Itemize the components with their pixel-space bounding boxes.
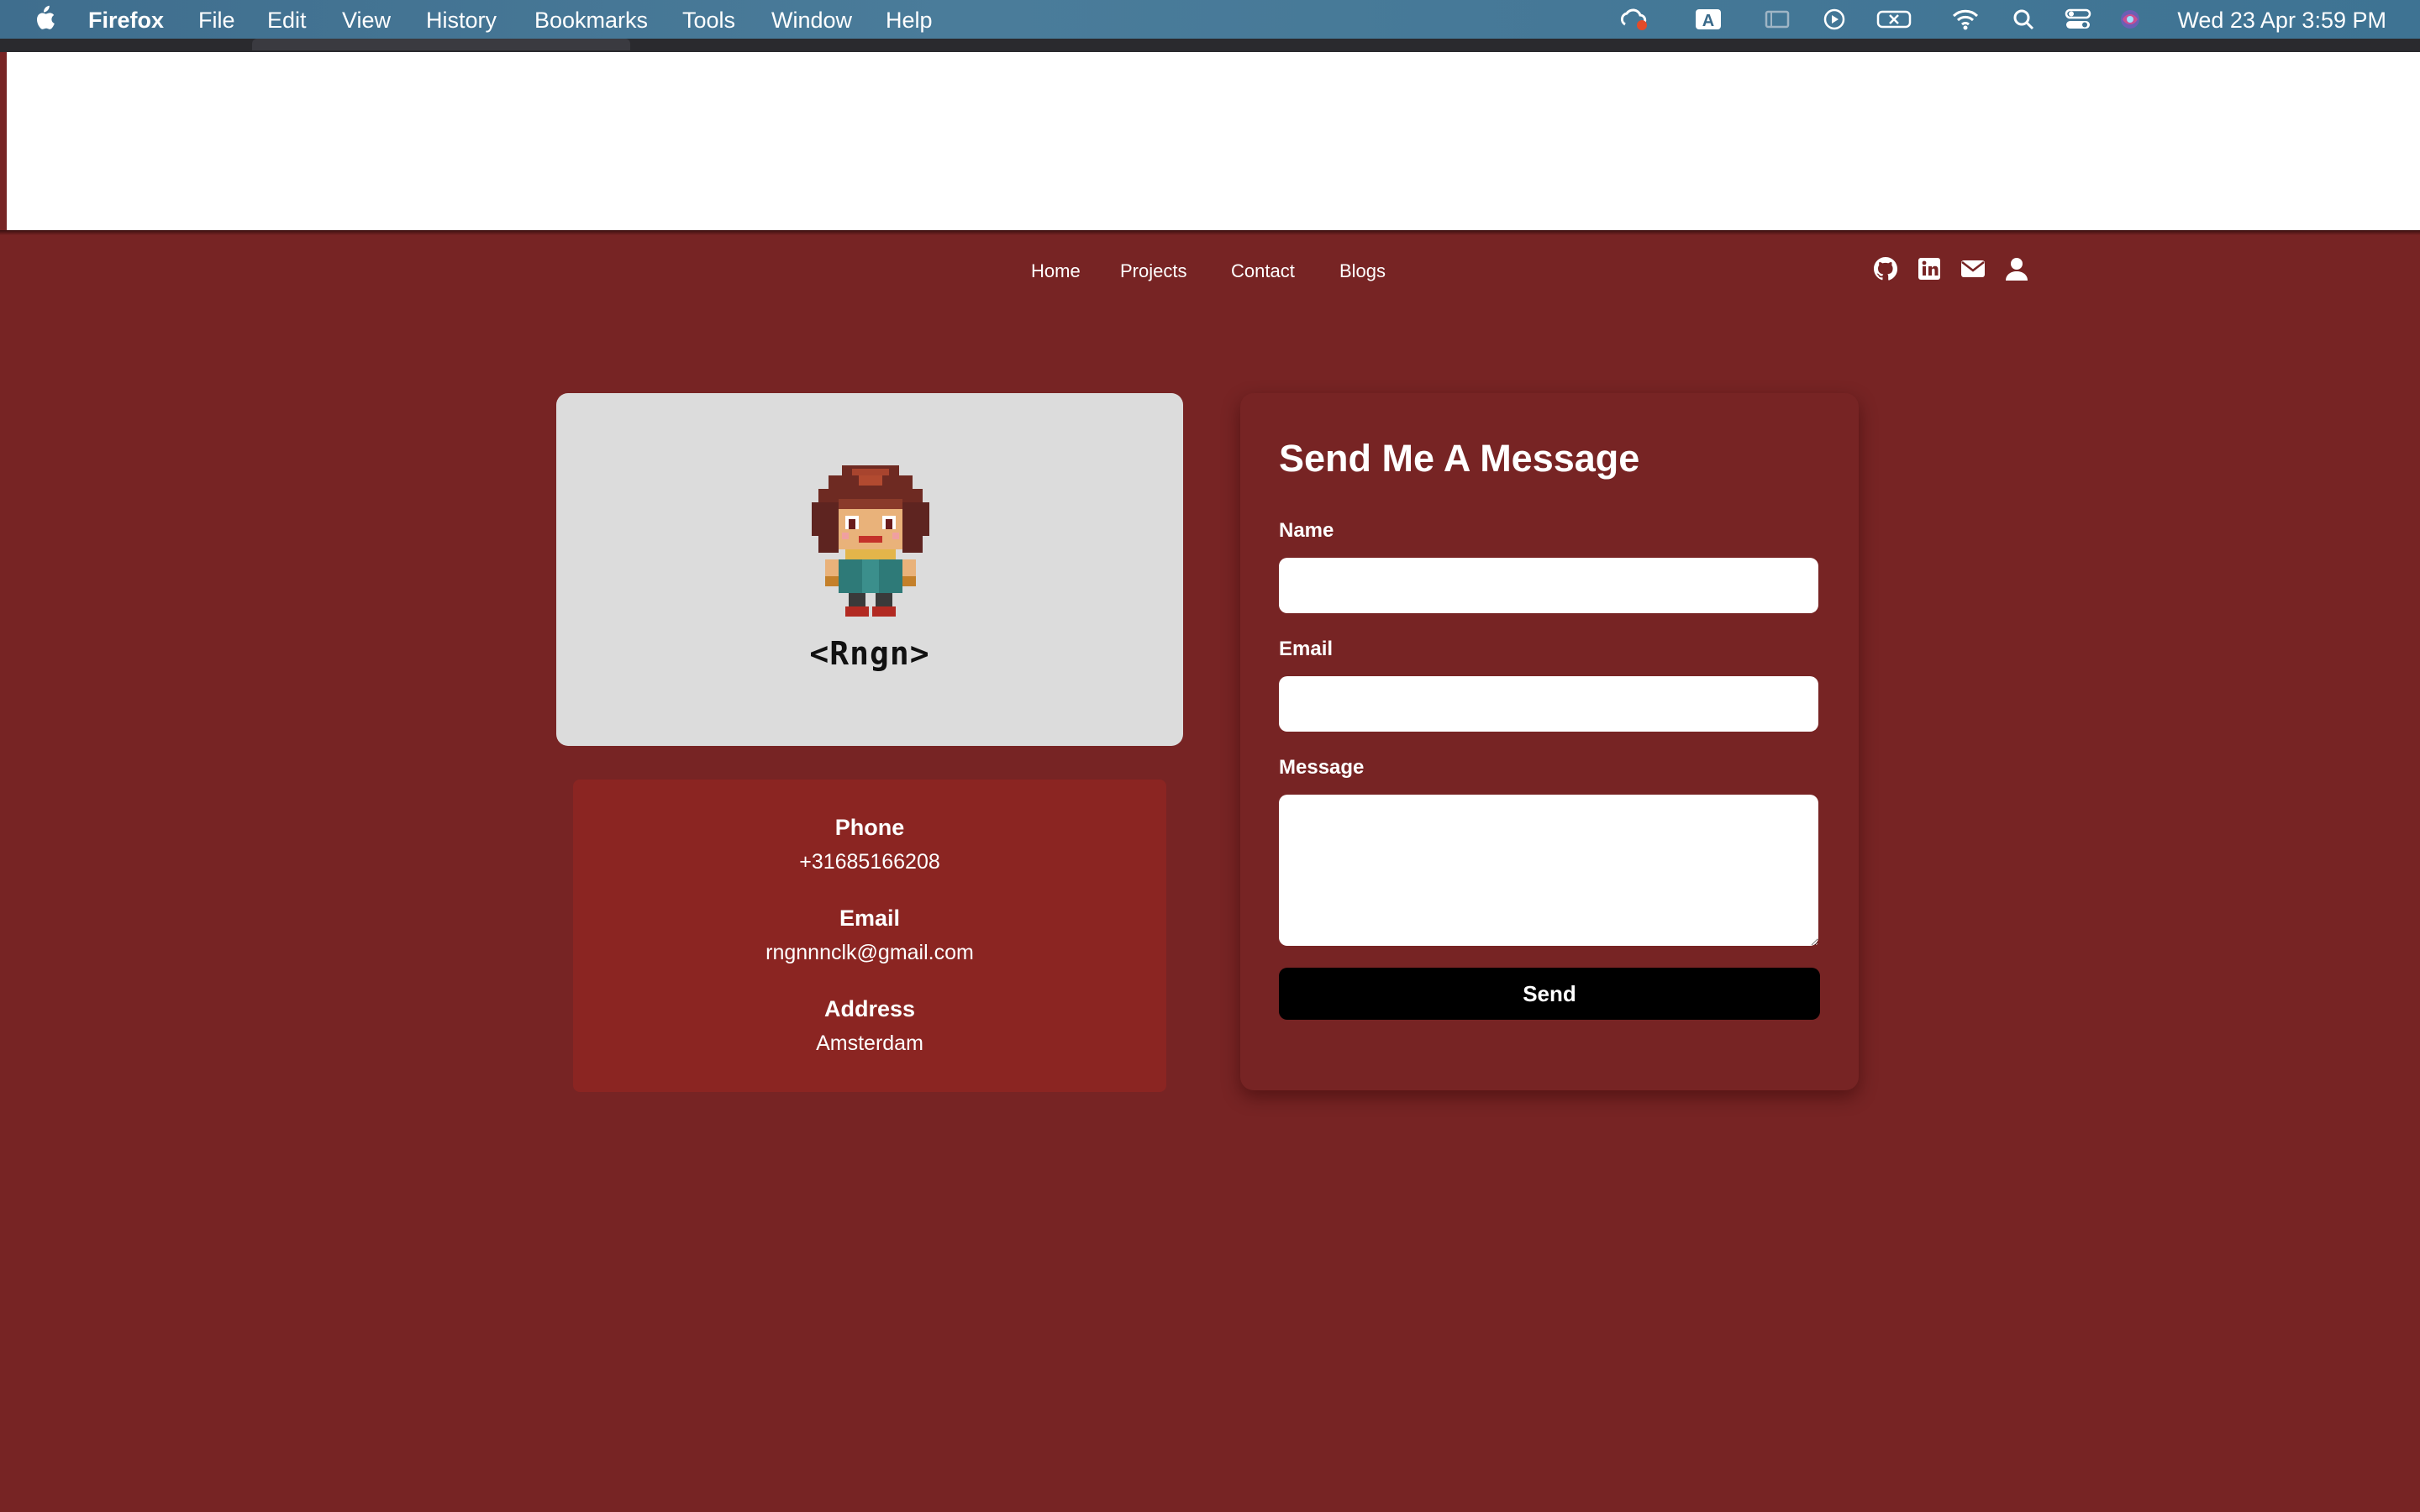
form-title: Send Me A Message — [1279, 437, 1640, 480]
menu-file[interactable]: File — [198, 8, 235, 34]
message-textarea[interactable] — [1279, 795, 1818, 946]
nav-home-link[interactable]: Home — [1031, 260, 1081, 282]
menu-help[interactable]: Help — [886, 8, 933, 34]
nav-contact-link[interactable]: Contact — [1231, 260, 1295, 282]
address-value: Amsterdam — [816, 1032, 923, 1055]
text-input-a-icon[interactable]: A — [1694, 8, 1723, 31]
menu-clock[interactable]: Wed 23 Apr 3:59 PM — [2177, 8, 2386, 34]
name-label: Name — [1279, 519, 1334, 542]
message-label: Message — [1279, 756, 1365, 779]
name-input[interactable] — [1279, 558, 1818, 613]
control-center-icon[interactable] — [2064, 8, 2092, 31]
browser-tab[interactable] — [252, 39, 630, 50]
user-icon[interactable] — [2003, 255, 2030, 282]
email-value[interactable]: rngnnnclk@gmail.com — [573, 941, 1166, 965]
menu-window[interactable]: Window — [771, 8, 852, 34]
email-label-form: Email — [1279, 638, 1334, 660]
address-label: Address — [823, 996, 916, 1021]
profile-card: <Rngn> — [556, 393, 1183, 746]
svg-text:A: A — [1702, 12, 1714, 30]
menu-app-firefox[interactable]: Firefox — [88, 8, 164, 34]
macos-menu-bar: Firefox File Edit View History Bookmarks… — [0, 0, 2420, 39]
email-label: Email — [839, 906, 901, 931]
phone-value[interactable]: +31685166208 — [573, 850, 1166, 874]
send-button[interactable]: Send — [1279, 968, 1820, 1020]
search-icon[interactable] — [2010, 8, 2039, 31]
nav-blogs-link[interactable]: Blogs — [1339, 260, 1386, 282]
profile-name: <Rngn> — [809, 635, 930, 672]
menu-view[interactable]: View — [342, 8, 391, 34]
nav-projects-link[interactable]: Projects — [1120, 260, 1186, 282]
mail-icon[interactable] — [1960, 255, 1986, 282]
pixel-character-avatar — [812, 465, 929, 617]
divider — [0, 230, 2420, 235]
menu-tools[interactable]: Tools — [682, 8, 735, 34]
menu-bookmarks[interactable]: Bookmarks — [534, 8, 648, 34]
play-circle-icon[interactable] — [1820, 8, 1849, 31]
screen-mirror-icon[interactable] — [1763, 8, 1791, 31]
creative-cloud-icon[interactable] — [1620, 8, 1649, 31]
phone-label: Phone — [834, 815, 905, 840]
siri-icon[interactable] — [2116, 8, 2144, 31]
menu-edit[interactable]: Edit — [267, 8, 307, 34]
message-form-card: Send Me A Message Name Email Message Sen… — [1240, 393, 1859, 1090]
github-icon[interactable] — [1872, 255, 1899, 282]
browser-blank-area — [7, 52, 2420, 230]
linkedin-icon[interactable] — [1916, 255, 1943, 282]
apple-logo-icon[interactable] — [32, 5, 55, 32]
contact-info-card: Phone +31685166208 Email rngnnnclk@gmail… — [573, 780, 1166, 1092]
wifi-icon[interactable] — [1951, 8, 1980, 31]
x-box-icon[interactable] — [1876, 8, 1912, 31]
menu-history[interactable]: History — [426, 8, 497, 34]
email-input[interactable] — [1279, 676, 1818, 732]
